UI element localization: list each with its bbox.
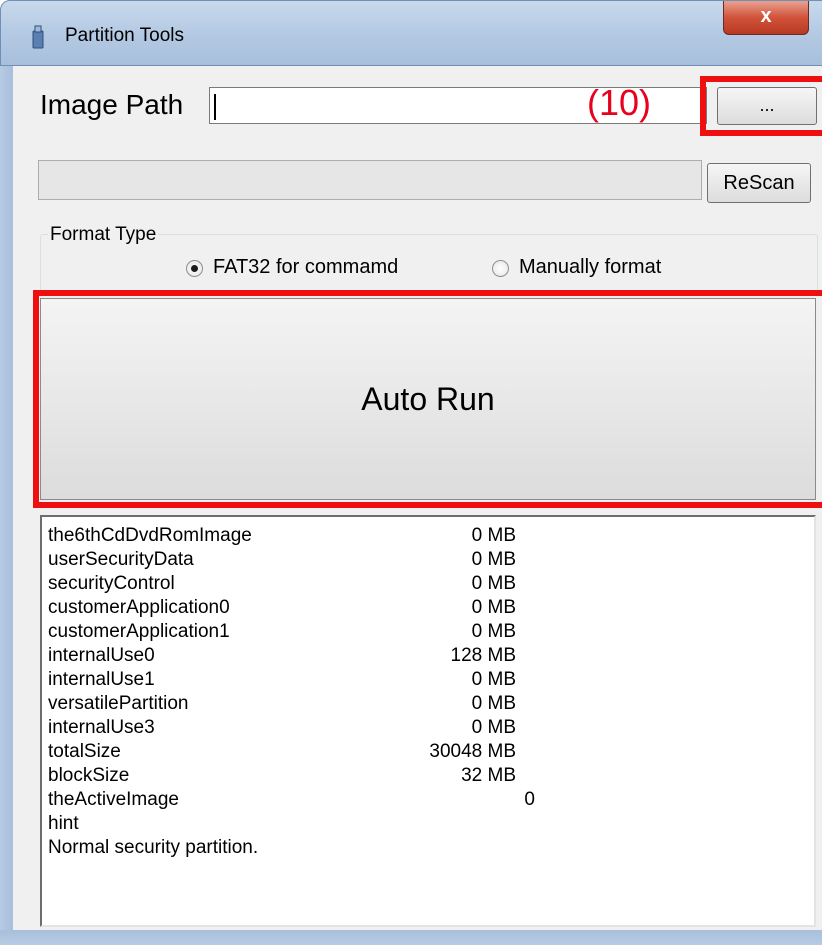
window-frame-left (0, 66, 12, 936)
manual-format-radio[interactable] (492, 260, 509, 277)
list-item: customerApplication1 0 MB (48, 620, 808, 644)
row-name: hint (48, 813, 79, 834)
row-value: 0 MB (471, 717, 516, 738)
list-item: blockSize 32 MB (48, 764, 808, 788)
row-value: 0 MB (471, 549, 516, 570)
list-item: hint (48, 812, 808, 836)
row-value: 0 MB (471, 669, 516, 690)
partition-info-list[interactable]: the6thCdDvdRomImage 0 MB userSecurityData… (40, 515, 816, 927)
row-value: 0 MB (471, 573, 516, 594)
manual-format-radio-label[interactable]: Manually format (519, 256, 661, 279)
row-value: 0 MB (471, 621, 516, 642)
radio-selected-dot (191, 265, 198, 272)
partition-tools-window: Partition Tools x Image Path (10) ... Re… (0, 0, 822, 945)
window-title: Partition Tools (65, 25, 184, 46)
list-item: Normal security partition. (48, 836, 808, 860)
annotation-highlight-autorun (33, 290, 822, 508)
list-item: the6thCdDvdRomImage 0 MB (48, 524, 808, 548)
app-icon (32, 25, 44, 49)
status-field (38, 160, 702, 200)
row-value: 0 MB (471, 597, 516, 618)
row-value: 0 MB (471, 525, 516, 546)
title-bar[interactable]: Partition Tools x (0, 0, 822, 66)
list-item: theActiveImage 0 (48, 788, 808, 812)
list-item: customerApplication0 0 MB (48, 596, 808, 620)
list-item: versatilePartition 0 MB (48, 692, 808, 716)
fat32-radio[interactable] (186, 260, 203, 277)
close-button[interactable]: x (723, 1, 809, 35)
row-value: 32 MB (461, 765, 516, 786)
row-name: Normal security partition. (48, 837, 259, 858)
row-value: 0 MB (471, 693, 516, 714)
list-item: userSecurityData 0 MB (48, 548, 808, 572)
rescan-button[interactable]: ReScan (707, 163, 811, 203)
image-path-label: Image Path (40, 89, 184, 120)
row-value: 128 MB (450, 645, 516, 666)
annotation-label-10: (10) (587, 82, 652, 123)
fat32-radio-label[interactable]: FAT32 for commamd (213, 256, 398, 279)
text-caret (214, 94, 216, 121)
list-item: internalUse1 0 MB (48, 668, 808, 692)
annotation-highlight-browse (700, 76, 822, 136)
list-item: totalSize 30048 MB (48, 740, 808, 764)
row-value: 30048 MB (429, 741, 516, 762)
list-item: internalUse0 128 MB (48, 644, 808, 668)
window-frame-bottom (0, 930, 822, 945)
format-type-legend: Format Type (48, 224, 159, 246)
row-value: 0 (524, 789, 535, 810)
list-item: internalUse3 0 MB (48, 716, 808, 740)
list-item: securityControl 0 MB (48, 572, 808, 596)
